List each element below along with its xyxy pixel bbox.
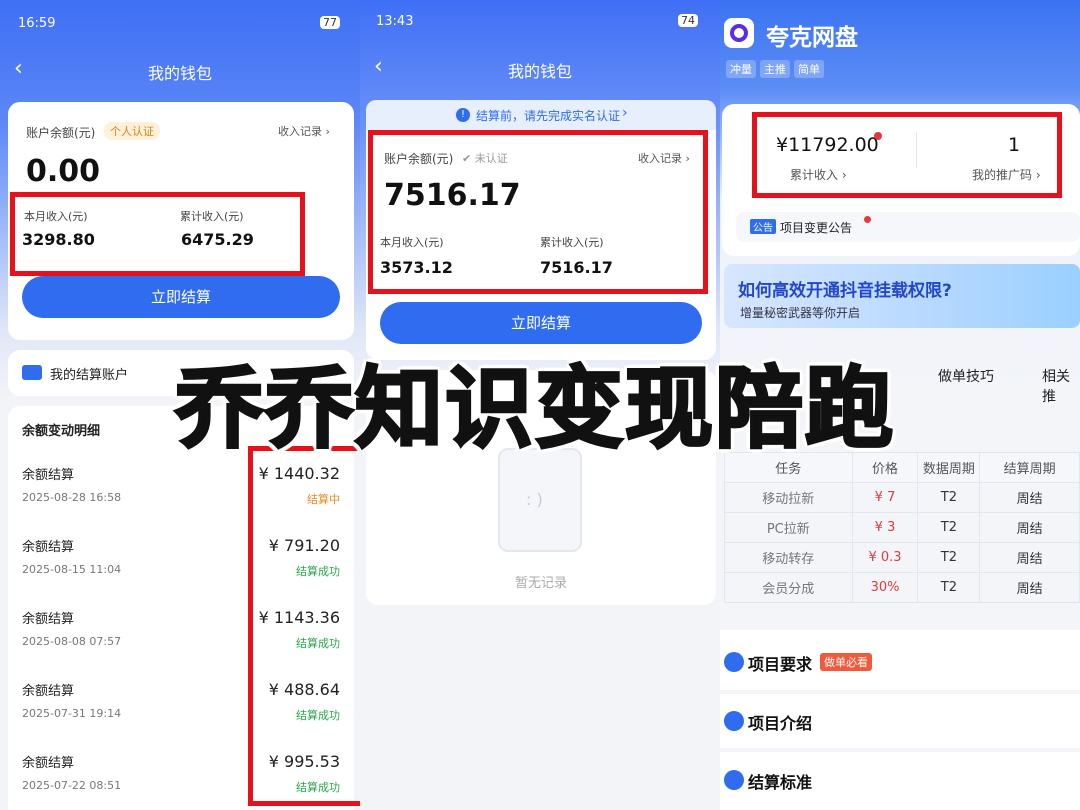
table-row: PC拉新 ¥ 3 T2 周结 (724, 512, 1080, 543)
page-title: 我的钱包 (147, 64, 212, 83)
status-time: 13:43 (376, 14, 414, 29)
section-requirements[interactable]: 项目要求 做单必看 (720, 630, 1080, 690)
battery-icon: 77 (320, 16, 340, 29)
balance-label: 账户余额(元) (26, 126, 96, 140)
empty-text: 暂无记录 (514, 576, 567, 591)
verify-badge: 个人认证 (104, 122, 160, 140)
banner-subtitle: 增量秘密武器等你开启 (740, 306, 861, 320)
list-icon (724, 711, 744, 731)
highlight-box (368, 130, 708, 294)
section-standard[interactable]: 结算标准 (720, 752, 1080, 810)
section-title: 项目介绍 (748, 714, 813, 733)
chevron-right-icon: › (622, 105, 628, 121)
highlight-box (10, 192, 305, 276)
promo-banner[interactable]: 如何高效开通抖音挂载权限? 增量秘密武器等你开启 (724, 264, 1080, 328)
table-row: 会员分成 30% T2 周结 (724, 572, 1080, 603)
star-icon (724, 652, 744, 672)
banner-title: 如何高效开通抖音挂载权限? (738, 281, 952, 301)
status-time: 16:59 (18, 16, 56, 31)
tab-related[interactable]: 相关推 (1042, 366, 1080, 406)
verify-notice-text: 结算前，请先完成实名认证 (476, 109, 621, 123)
announcement-badge: 公告 (750, 219, 776, 234)
must-read-badge: 做单必看 (820, 653, 872, 671)
highlight-box (752, 112, 1062, 198)
tag: 主推 (760, 60, 790, 78)
section-title: 项目要求 (748, 655, 813, 674)
battery-icon: 74 (678, 14, 698, 27)
overlay-caption: 乔乔知识变现陪跑 (173, 356, 896, 462)
app-title: 夸克网盘 (766, 25, 858, 51)
info-icon: ! (456, 108, 470, 122)
app-logo-icon (724, 18, 754, 48)
tag: 简单 (794, 60, 824, 78)
task-table: 任务 价格 数据周期 结算周期 移动拉新 ¥ 7 T2 周结 PC拉新 ¥ 3 T2 周结 … (724, 452, 1080, 603)
table-header: 结算周期 (979, 452, 1080, 483)
card-icon (22, 365, 42, 380)
announcement-bar[interactable]: 公告 项目变更公告 (736, 212, 1080, 242)
tag: 冲量 (726, 60, 756, 78)
red-dot (864, 216, 871, 223)
table-row: 移动转存 ¥ 0.3 T2 周结 (724, 542, 1080, 573)
settle-account-label: 我的结算账户 (50, 368, 129, 383)
announcement-text: 项目变更公告 (780, 221, 853, 235)
detail-title: 余额变动明细 (22, 424, 101, 439)
table-row: 移动拉新 ¥ 7 T2 周结 (724, 482, 1080, 513)
verify-notice-bar[interactable]: ! 结算前，请先完成实名认证 › (366, 100, 716, 130)
income-record-link[interactable]: 收入记录 › (278, 123, 330, 139)
highlight-box (248, 446, 360, 806)
tab-tips[interactable]: 做单技巧 (938, 366, 994, 386)
section-intro[interactable]: 项目介绍 (720, 694, 1080, 748)
table-header: 数据周期 (917, 452, 981, 483)
page-title: 我的钱包 (507, 62, 572, 81)
section-title: 结算标准 (748, 773, 813, 792)
balance-value: 0.00 (26, 154, 101, 189)
check-icon (724, 770, 744, 790)
settle-button[interactable]: 立即结算 (22, 276, 340, 318)
